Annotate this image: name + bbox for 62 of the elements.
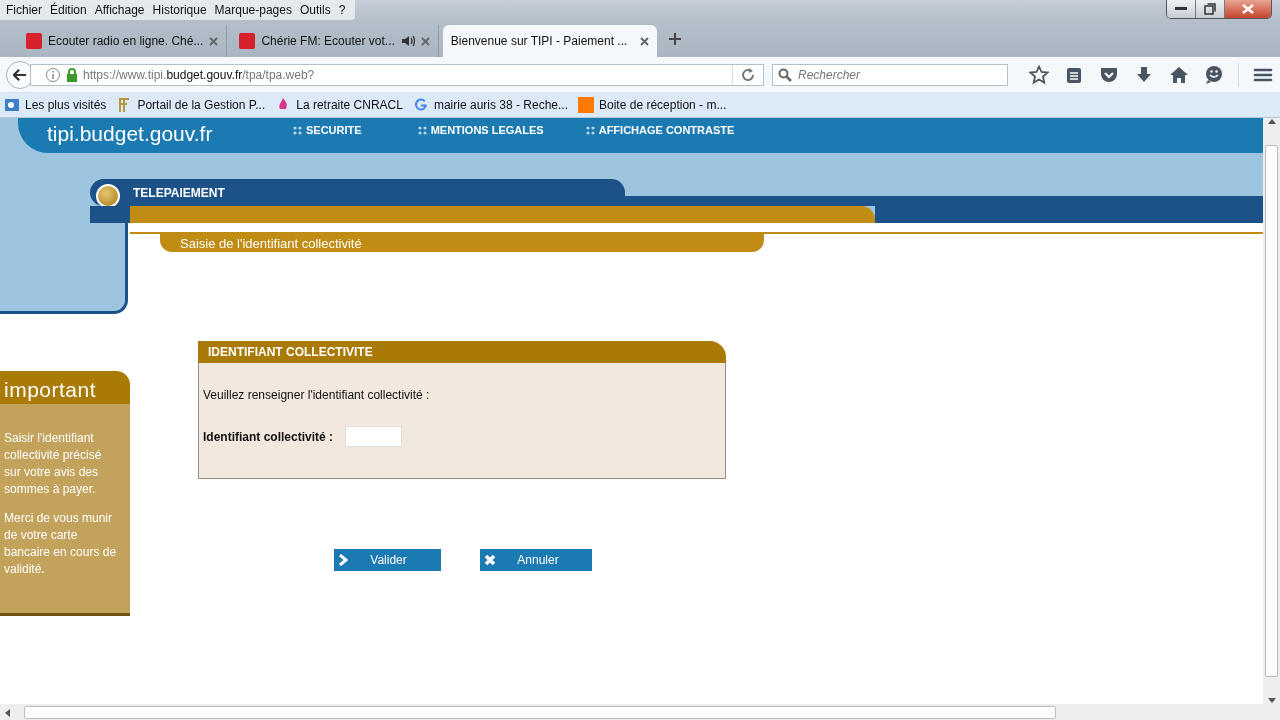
chevron-icon: [338, 554, 348, 566]
chat-smiley-icon[interactable]: [1204, 64, 1224, 85]
browser-tab[interactable]: Bienvenue sur TIPI - Paiement ...: [442, 25, 657, 57]
close-tab-icon[interactable]: [420, 36, 430, 46]
section-title: TELEPAIEMENT: [133, 185, 225, 200]
form-title: IDENTIFIANT COLLECTIVITE: [198, 341, 726, 363]
field-label: Identifiant collectivité :: [203, 429, 334, 444]
scroll-left-icon[interactable]: [4, 708, 10, 717]
step-title: Saisie de l'identifiant collectivité: [160, 234, 764, 252]
horizontal-scroll-thumb[interactable]: [24, 706, 1056, 719]
lock-icon[interactable]: [66, 67, 78, 82]
restore-button[interactable]: [1196, 0, 1225, 18]
bookmark-link[interactable]: La retraite CNRACL: [296, 98, 403, 112]
dots-icon: [293, 125, 302, 135]
menu-item[interactable]: ?: [334, 0, 350, 20]
cancel-button[interactable]: Annuler: [480, 549, 592, 571]
search-field[interactable]: Rechercher: [772, 63, 1008, 86]
header-link[interactable]: MENTIONS LEGALES: [430, 124, 544, 136]
info-icon[interactable]: [45, 66, 61, 83]
menu-item[interactable]: Fichier: [2, 0, 46, 20]
close-icon: [484, 554, 496, 566]
close-tab-icon[interactable]: [209, 36, 219, 46]
menu-item[interactable]: Édition: [46, 0, 91, 20]
close-icon: [1242, 4, 1254, 14]
radio-favicon-icon: [26, 33, 42, 49]
address-field[interactable]: https://www.tipi.budget.gouv.fr/tpa/tpa.web?: [30, 63, 764, 86]
speaker-icon[interactable]: [400, 35, 415, 47]
menu-item[interactable]: Historique: [148, 0, 211, 20]
dots-icon: [417, 125, 427, 135]
bookmark-link[interactable]: Portail de la Gestion P...: [137, 98, 266, 112]
bookmark-link[interactable]: Les plus visités: [25, 98, 107, 112]
submit-button[interactable]: Valider: [334, 549, 441, 571]
bookmark-link[interactable]: Boite de réception - m...: [599, 98, 727, 112]
reload-icon[interactable]: [741, 67, 755, 82]
menu-item[interactable]: Marque-pages: [210, 0, 296, 20]
close-tab-icon[interactable]: [639, 36, 649, 46]
close-button[interactable]: [1225, 0, 1271, 18]
minimize-button[interactable]: [1167, 0, 1196, 18]
new-tab-icon[interactable]: [668, 32, 681, 45]
minimize-icon: [1175, 7, 1187, 11]
header-link[interactable]: SECURITE: [306, 124, 362, 136]
bookmark-list-icon: [4, 97, 20, 113]
dots-icon: [585, 125, 595, 135]
info-paragraph: Saisir l'identifiant collectivité précisé sur votre avis des sommes à payer.: [4, 430, 103, 498]
input-field[interactable]: [345, 426, 403, 447]
star-icon[interactable]: [1029, 64, 1049, 85]
g-favicon-icon: [412, 97, 429, 113]
back-arrow-icon: [13, 67, 27, 82]
panel-title: important: [0, 371, 130, 404]
site-logo[interactable]: tipi.budget.gouv.fr: [47, 122, 293, 153]
home-icon[interactable]: [1169, 64, 1189, 85]
disc-icon: [96, 183, 120, 208]
menu-item[interactable]: Affichage: [90, 0, 149, 20]
header-link[interactable]: AFFICHAGE CONTRASTE: [598, 124, 735, 136]
scroll-thumb[interactable]: [1265, 145, 1278, 677]
info-paragraph: Merci de vous munir de votre carte bancaire en cours de validité.: [4, 510, 118, 578]
bookmark-link[interactable]: mairie auris 38 - Reche...: [433, 98, 568, 112]
radio-favicon-icon: [239, 33, 256, 49]
instruction-text: Veuillez renseigner l'identifiant collectivité :: [203, 388, 430, 402]
mail-favicon-icon: [578, 97, 594, 113]
menu-item[interactable]: Outils: [295, 0, 335, 20]
restore-icon: [1204, 3, 1216, 15]
